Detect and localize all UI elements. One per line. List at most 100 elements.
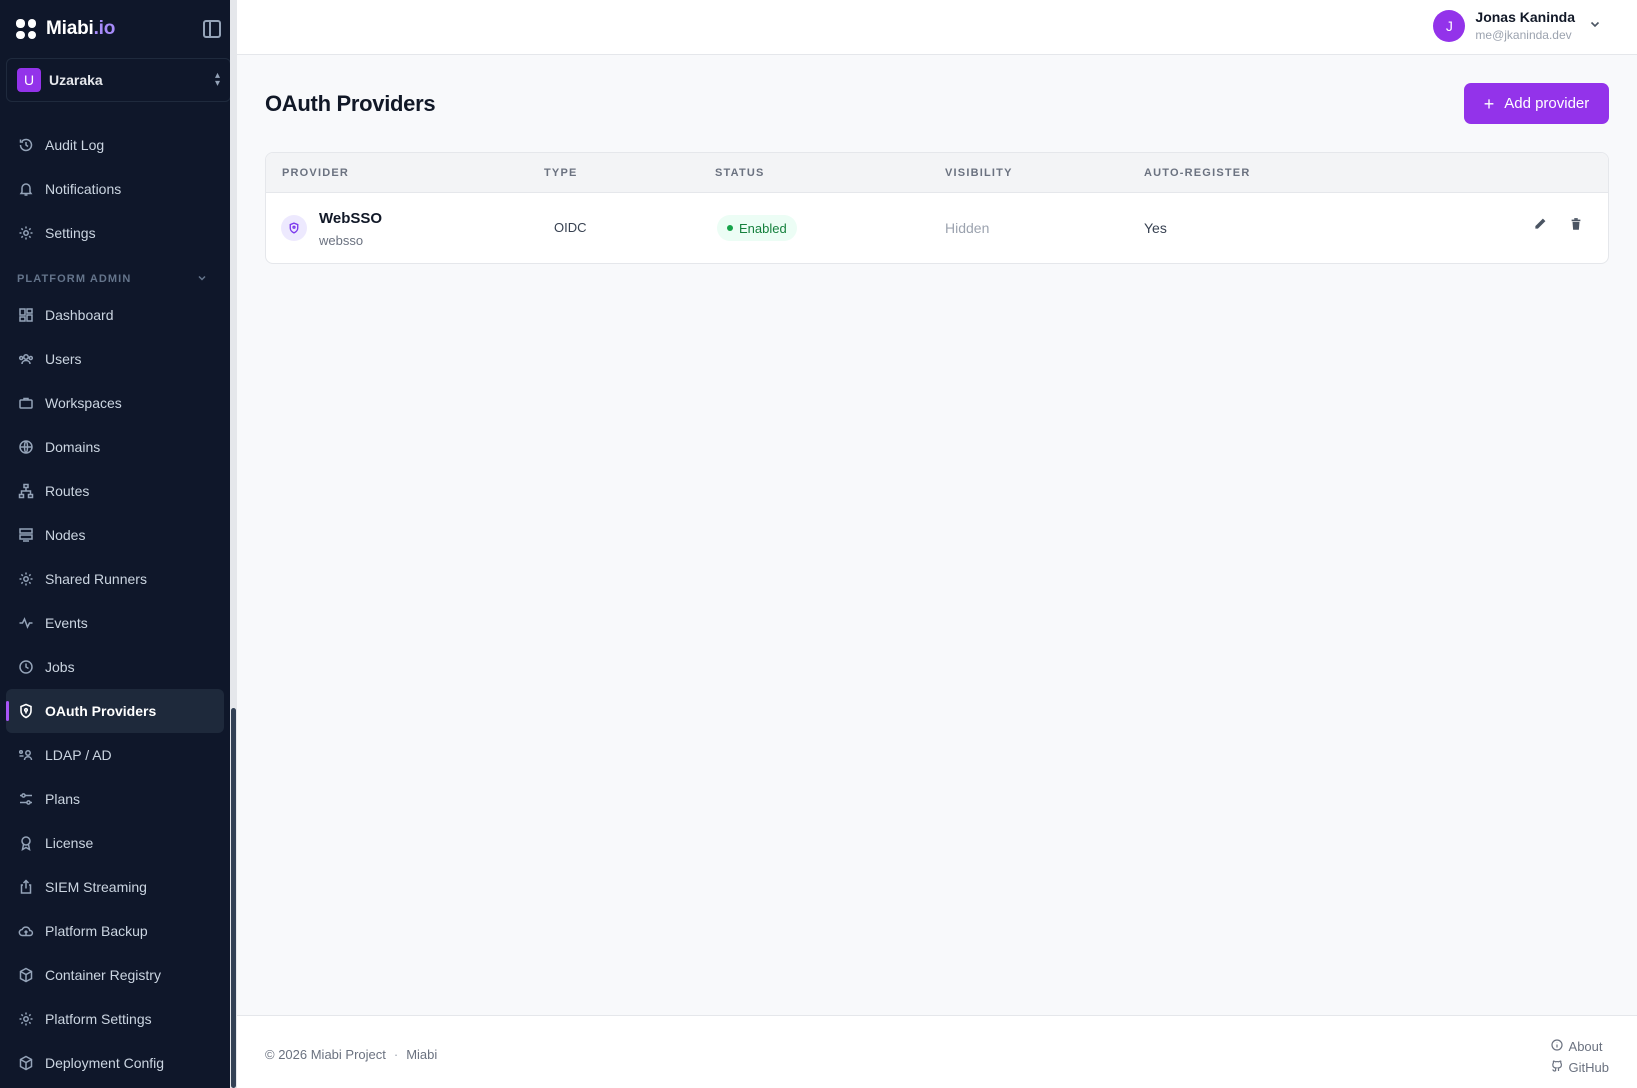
sidebar-item-label: Notifications xyxy=(45,181,122,197)
sidebar-item-deployment-config[interactable]: Deployment Config xyxy=(6,1041,224,1085)
sidebar-item-siem-streaming[interactable]: SIEM Streaming xyxy=(6,865,224,909)
provider-name: WebSSO xyxy=(319,210,383,227)
sidebar-item-jobs[interactable]: Jobs xyxy=(6,645,224,689)
cloud-icon xyxy=(18,923,34,939)
sidebar-item-label: Domains xyxy=(45,439,101,455)
sidebar-item-shared-runners[interactable]: Shared Runners xyxy=(6,557,224,601)
gear-icon xyxy=(18,1011,34,1027)
provider-auto-register: Yes xyxy=(1144,220,1167,236)
github-label: GitHub xyxy=(1568,1060,1609,1075)
footer-separator: · xyxy=(393,1047,399,1062)
globe-icon xyxy=(18,439,34,455)
github-link[interactable]: GitHub xyxy=(1551,1057,1609,1078)
plus-icon: + xyxy=(1483,93,1495,114)
export-icon xyxy=(18,879,34,895)
sidebar-item-plans[interactable]: Plans xyxy=(6,777,224,821)
table-row[interactable]: WebSSO websso OIDC Enabled Hidden Yes xyxy=(266,193,1608,263)
gear-icon xyxy=(18,225,34,241)
about-label: About xyxy=(1568,1039,1603,1054)
edit-icon[interactable] xyxy=(1530,214,1550,234)
brand-logo[interactable]: Miabi.io xyxy=(46,18,115,40)
status-text: Enabled xyxy=(739,220,787,236)
sidebar-item-workspaces[interactable]: Workspaces xyxy=(6,381,224,425)
award-icon xyxy=(18,835,34,851)
status-dot xyxy=(727,225,733,231)
sidebar-item-license[interactable]: License xyxy=(6,821,224,865)
table-header: PROVIDER TYPE STATUS VISIBILITY AUTO-REG… xyxy=(266,153,1608,193)
workspace-name: Uzaraka xyxy=(49,72,103,88)
activity-icon xyxy=(18,615,34,631)
provider-slug: websso xyxy=(319,233,364,248)
sidebar-item-label: Dashboard xyxy=(45,307,114,323)
sidebar-scrollbar[interactable] xyxy=(231,708,236,1088)
history-icon xyxy=(18,137,34,153)
about-link[interactable]: About xyxy=(1550,1036,1609,1057)
section-platform-admin[interactable]: PLATFORM ADMIN xyxy=(0,255,230,293)
dashboard-icon xyxy=(18,307,34,323)
sidebar-item-label: Plans xyxy=(45,791,81,807)
provider-visibility: Hidden xyxy=(945,220,990,236)
sliders-icon xyxy=(18,791,34,807)
sidebar-item-oauth-providers[interactable]: OAuth Providers xyxy=(6,689,224,733)
info-icon xyxy=(1550,1039,1563,1054)
sidebar-item-label: Audit Log xyxy=(45,137,105,153)
sidebar-item-dashboard[interactable]: Dashboard xyxy=(6,293,224,337)
sidebar-item-nodes[interactable]: Nodes xyxy=(6,513,224,557)
user-email: me@jkaninda.dev xyxy=(1475,28,1572,42)
status-badge: Enabled xyxy=(717,215,797,241)
section-label: PLATFORM ADMIN xyxy=(17,273,132,285)
sidebar-item-ldap-ad[interactable]: LDAP / AD xyxy=(6,733,224,777)
sidebar-item-routes[interactable]: Routes xyxy=(6,469,224,513)
main-content: OAuth Providers + Add provider PROVIDER … xyxy=(237,55,1637,1015)
delete-icon[interactable] xyxy=(1566,214,1586,234)
sidebar-header: Miabi.io xyxy=(0,0,237,58)
sidebar-item-audit-log[interactable]: Audit Log xyxy=(6,123,224,167)
box-icon xyxy=(18,967,34,983)
footer-copyright: © 2026 Miabi Project · Miabi xyxy=(265,1047,437,1062)
sidebar-item-label: Platform Settings xyxy=(45,1011,152,1027)
sidebar-item-settings[interactable]: Settings xyxy=(6,211,224,255)
sidebar-item-platform-backup[interactable]: Platform Backup xyxy=(6,909,224,953)
sidebar-item-domains[interactable]: Domains xyxy=(6,425,224,469)
providers-table: PROVIDER TYPE STATUS VISIBILITY AUTO-REG… xyxy=(265,152,1609,264)
sidebar-item-label: Routes xyxy=(45,483,90,499)
user-menu[interactable]: J Jonas Kaninda me@jkaninda.dev xyxy=(1433,9,1601,42)
sidebar-item-notifications[interactable]: Notifications xyxy=(6,167,224,211)
sidebar-item-container-registry[interactable]: Container Registry xyxy=(6,953,224,997)
column-header-provider: PROVIDER xyxy=(282,167,350,179)
shield-icon xyxy=(281,215,307,241)
brand-accent: .io xyxy=(93,18,116,39)
sidebar-item-platform-settings[interactable]: Platform Settings xyxy=(6,997,224,1041)
footer-project-link[interactable]: Miabi xyxy=(406,1047,437,1062)
sidebar-item-label: Users xyxy=(45,351,82,367)
github-icon xyxy=(1551,1060,1563,1075)
sidebar-item-label: Shared Runners xyxy=(45,571,147,587)
sidebar-item-label: Container Registry xyxy=(45,967,161,983)
sidebar-item-label: Workspaces xyxy=(45,395,122,411)
gear-icon xyxy=(18,571,34,587)
sidebar-item-label: SIEM Streaming xyxy=(45,879,147,895)
copyright-text: © 2026 Miabi Project xyxy=(265,1047,386,1062)
shield-icon xyxy=(18,703,34,719)
sidebar-item-label: OAuth Providers xyxy=(45,703,157,719)
sidebar-item-users[interactable]: Users xyxy=(6,337,224,381)
user-name: Jonas Kaninda xyxy=(1475,9,1575,25)
user-info: Jonas Kaninda me@jkaninda.dev xyxy=(1475,9,1575,42)
clock-icon xyxy=(18,659,34,675)
briefcase-icon xyxy=(18,395,34,411)
sitemap-icon xyxy=(18,483,34,499)
sidebar-item-label: Platform Backup xyxy=(45,923,148,939)
workspace-switcher[interactable]: U Uzaraka ▴ ▾ xyxy=(6,58,231,102)
box-icon xyxy=(18,1055,34,1071)
collapse-sidebar-icon[interactable] xyxy=(203,20,221,38)
chevron-down-icon xyxy=(1589,18,1601,33)
chevron-down-icon xyxy=(197,273,207,286)
sidebar-item-label: Jobs xyxy=(45,659,75,675)
avatar: J xyxy=(1433,9,1466,42)
add-provider-button[interactable]: + Add provider xyxy=(1464,83,1609,124)
sidebar-nav: Audit Log Notifications Settings PLATFOR… xyxy=(0,123,230,1085)
sidebar-item-label: LDAP / AD xyxy=(45,747,112,763)
ldap-icon xyxy=(18,747,34,763)
sidebar-item-events[interactable]: Events xyxy=(6,601,224,645)
topbar: J Jonas Kaninda me@jkaninda.dev xyxy=(237,0,1637,55)
